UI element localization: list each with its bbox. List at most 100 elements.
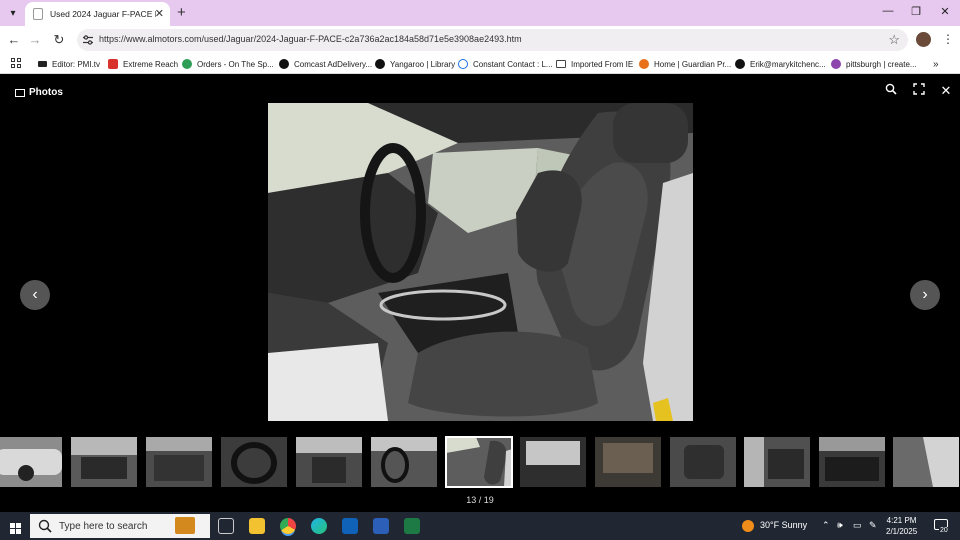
task-view-icon[interactable] bbox=[218, 518, 234, 534]
guardian-favicon-icon bbox=[639, 59, 649, 69]
bookmark-item[interactable]: Yangaroo | Library bbox=[375, 57, 455, 71]
notification-count-badge: 20 bbox=[939, 527, 949, 534]
photo-thumbnail[interactable] bbox=[296, 437, 362, 487]
search-icon bbox=[38, 519, 52, 533]
search-placeholder: Type here to search bbox=[59, 520, 148, 532]
previous-photo-button[interactable]: ‹ bbox=[20, 280, 50, 310]
weather-text[interactable]: 30°F Sunny bbox=[760, 520, 807, 530]
bookmark-label: Constant Contact : L... bbox=[473, 59, 553, 69]
bookmark-label: Imported From IE bbox=[571, 59, 634, 69]
forward-button[interactable]: → bbox=[26, 32, 44, 47]
craigslist-favicon-icon bbox=[831, 59, 841, 69]
bookmark-label: Home | Guardian Pr... bbox=[654, 59, 732, 69]
url-text[interactable]: https://www.almotors.com/used/Jaguar/202… bbox=[99, 34, 522, 44]
minimize-button[interactable]: — bbox=[878, 5, 898, 17]
close-viewer-icon[interactable]: ✕ bbox=[938, 83, 954, 99]
zoom-icon[interactable] bbox=[883, 83, 899, 98]
pen-icon[interactable]: ✎ bbox=[869, 520, 877, 531]
new-tab-button[interactable]: + bbox=[177, 4, 186, 21]
edge-icon[interactable] bbox=[311, 518, 327, 534]
yangaroo-favicon-icon bbox=[375, 59, 385, 69]
mail-favicon-icon bbox=[735, 59, 745, 69]
bookmark-label: Editor: PMI.tv bbox=[52, 59, 101, 69]
browser-tab[interactable]: Used 2024 Jaguar F-PACE For S ✕ bbox=[25, 2, 170, 26]
bookmark-item[interactable]: Comcast AdDelivery... bbox=[279, 57, 372, 71]
bookmark-item[interactable]: Editor: PMI.tv bbox=[38, 57, 100, 71]
extreme-reach-favicon-icon bbox=[108, 59, 118, 69]
page-favicon-icon bbox=[33, 8, 43, 20]
tab-close-icon[interactable]: ✕ bbox=[155, 7, 164, 20]
taskbar-clock[interactable]: 4:21 PM 2/1/2025 bbox=[886, 515, 917, 537]
browser-toolbar: ← → ↻ https://www.almotors.com/used/Jagu… bbox=[0, 26, 960, 54]
network-icon[interactable]: ▭ bbox=[853, 520, 862, 531]
photos-header: Photos bbox=[15, 87, 63, 98]
photo-thumbnail[interactable] bbox=[744, 437, 810, 487]
photo-thumbnail[interactable] bbox=[819, 437, 885, 487]
bookmark-item[interactable]: pittsburgh | create... bbox=[831, 57, 917, 71]
file-explorer-icon[interactable] bbox=[249, 518, 265, 534]
fullscreen-icon[interactable] bbox=[911, 83, 927, 98]
bookmark-label: Comcast AdDelivery... bbox=[294, 59, 373, 69]
weather-sun-icon[interactable] bbox=[742, 520, 754, 532]
bookmark-item[interactable]: Extreme Reach bbox=[108, 57, 178, 71]
word-icon[interactable] bbox=[373, 518, 389, 534]
next-photo-button[interactable]: › bbox=[910, 280, 940, 310]
bookmarks-bar: Editor: PMI.tv Extreme Reach Orders - On… bbox=[0, 54, 960, 74]
bookmark-folder[interactable]: Imported From IE bbox=[556, 57, 633, 71]
photo-thumbnail[interactable] bbox=[670, 437, 736, 487]
clock-date: 2/1/2025 bbox=[886, 527, 918, 536]
clock-time: 4:21 PM bbox=[886, 516, 917, 525]
site-info-icon[interactable] bbox=[82, 34, 94, 46]
tab-title: Used 2024 Jaguar F-PACE For S bbox=[50, 9, 156, 19]
pmi-favicon-icon bbox=[38, 61, 47, 67]
more-bookmarks-icon[interactable]: » bbox=[933, 57, 939, 71]
bookmark-label: Extreme Reach bbox=[123, 59, 179, 69]
windows-taskbar: Type here to search 30°F Sunny ⌃ 🕪 ▭ ✎ 4… bbox=[0, 512, 960, 540]
photo-thumbnail-active[interactable] bbox=[445, 436, 513, 488]
address-bar[interactable]: https://www.almotors.com/used/Jaguar/202… bbox=[77, 29, 908, 51]
photos-title: Photos bbox=[29, 87, 63, 98]
apps-grid-icon[interactable] bbox=[11, 58, 21, 68]
chrome-icon[interactable] bbox=[280, 518, 296, 534]
comcast-favicon-icon bbox=[279, 59, 289, 69]
back-button[interactable]: ← bbox=[5, 32, 23, 47]
volume-icon[interactable]: 🕪 bbox=[837, 520, 843, 531]
image-icon bbox=[15, 88, 25, 97]
photo-viewer: Photos ✕ ‹ › 13 / 19 bbox=[0, 75, 960, 512]
main-photo-car-interior bbox=[268, 103, 693, 421]
bookmark-item[interactable]: Erik@marykitchenc... bbox=[735, 57, 826, 71]
excel-icon[interactable] bbox=[404, 518, 420, 534]
photo-thumbnail[interactable] bbox=[0, 437, 62, 487]
photo-thumbnail[interactable] bbox=[595, 437, 661, 487]
close-window-button[interactable]: ✕ bbox=[935, 5, 955, 18]
bookmark-label: Erik@marykitchenc... bbox=[750, 59, 826, 69]
photo-thumbnail[interactable] bbox=[146, 437, 212, 487]
tab-search-chevron-icon[interactable]: ▾ bbox=[4, 5, 22, 21]
bookmark-item[interactable]: Constant Contact : L... bbox=[458, 57, 553, 71]
outlook-icon[interactable] bbox=[342, 518, 358, 534]
bookmark-item[interactable]: Orders - On The Sp... bbox=[182, 57, 274, 71]
folder-icon bbox=[556, 60, 566, 68]
bookmark-label: pittsburgh | create... bbox=[846, 59, 917, 69]
bookmark-item[interactable]: Home | Guardian Pr... bbox=[639, 57, 731, 71]
photo-thumbnail[interactable] bbox=[893, 437, 959, 487]
show-hidden-icons-icon[interactable]: ⌃ bbox=[822, 520, 830, 531]
maximize-button[interactable]: ❐ bbox=[906, 5, 926, 18]
photo-thumbnail[interactable] bbox=[371, 437, 437, 487]
windows-start-icon[interactable] bbox=[10, 521, 21, 534]
photo-thumbnail[interactable] bbox=[71, 437, 137, 487]
constant-contact-favicon-icon bbox=[458, 59, 468, 69]
photo-thumbnail[interactable] bbox=[221, 437, 287, 487]
orders-favicon-icon bbox=[182, 59, 192, 69]
photo-thumbnail[interactable] bbox=[520, 437, 586, 487]
reload-button[interactable]: ↻ bbox=[50, 32, 68, 48]
browser-titlebar: ▾ Used 2024 Jaguar F-PACE For S ✕ + — ❐ … bbox=[0, 0, 960, 26]
profile-avatar[interactable] bbox=[916, 32, 931, 47]
briefcase-icon bbox=[175, 517, 195, 534]
bookmark-label: Yangaroo | Library bbox=[390, 59, 456, 69]
bookmark-label: Orders - On The Sp... bbox=[197, 59, 274, 69]
photo-counter: 13 / 19 bbox=[466, 495, 494, 505]
bookmark-star-icon[interactable]: ☆ bbox=[888, 32, 900, 48]
browser-menu-icon[interactable]: ⋮ bbox=[942, 32, 954, 46]
taskbar-search-box[interactable]: Type here to search bbox=[30, 514, 210, 538]
